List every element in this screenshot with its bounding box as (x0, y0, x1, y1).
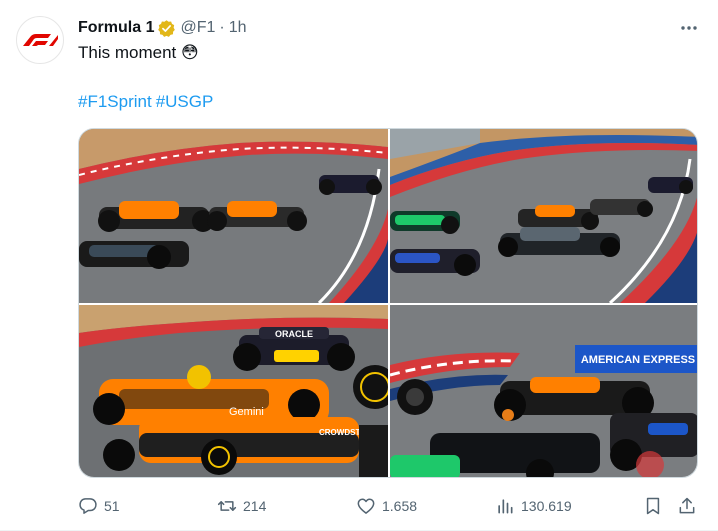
author-handle[interactable]: @F1 (180, 19, 215, 37)
reply-count: 51 (104, 498, 120, 514)
tweet[interactable]: Formula 1 @F1 · 1h This moment 😳 #F1Spri… (0, 0, 718, 531)
share-icon (679, 497, 695, 514)
reply-button[interactable]: 51 (78, 492, 120, 520)
reply-icon (79, 498, 97, 514)
tweet-text: This moment 😳 (78, 43, 199, 62)
views-button[interactable]: 130.619 (495, 492, 572, 520)
bookmark-button[interactable] (643, 492, 669, 520)
more-icon[interactable] (676, 16, 702, 40)
verified-badge-icon[interactable] (157, 19, 176, 38)
photo-mclaren-closeup[interactable]: ORACLE Gemini CROWDSTRIKE (79, 305, 388, 477)
hashtag-usgp[interactable]: #USGP (156, 92, 214, 111)
share-button[interactable] (677, 492, 703, 520)
formula1-logo-icon (23, 34, 58, 46)
tweet-header: Formula 1 @F1 · 1h (78, 17, 702, 39)
retweet-icon (217, 501, 237, 511)
tweet-actions: 51 214 1.658 130.619 (78, 492, 702, 520)
separator-dot: · (219, 19, 225, 36)
retweet-count: 214 (243, 498, 267, 514)
avatar[interactable] (16, 16, 64, 64)
photo-cars-cornering-1[interactable] (79, 129, 388, 303)
views-count: 130.619 (521, 498, 572, 514)
oracle-sponsor-text: ORACLE (275, 329, 313, 339)
like-count: 1.658 (382, 498, 418, 514)
tweet-time[interactable]: 1h (229, 19, 247, 37)
gemini-sponsor-text: Gemini (229, 406, 264, 418)
heart-icon (357, 498, 375, 514)
bookmark-icon (646, 497, 660, 515)
views-icon (498, 499, 513, 514)
author-name[interactable]: Formula 1 (78, 19, 154, 37)
amex-sponsor-text: AMERICAN EXPRESS (581, 354, 695, 366)
hashtags: #F1Sprint #USGP (78, 90, 217, 114)
retweet-button[interactable]: 214 (217, 492, 266, 520)
media-grid: ORACLE Gemini CROWDSTRIKE AMERICAN EXPRE… (78, 128, 698, 478)
photo-wheel-debris[interactable]: AMERICAN EXPRESS (390, 305, 697, 477)
hashtag-f1sprint[interactable]: #F1Sprint (78, 92, 152, 111)
like-button[interactable]: 1.658 (356, 492, 417, 520)
photo-cars-cornering-2[interactable] (390, 129, 697, 303)
